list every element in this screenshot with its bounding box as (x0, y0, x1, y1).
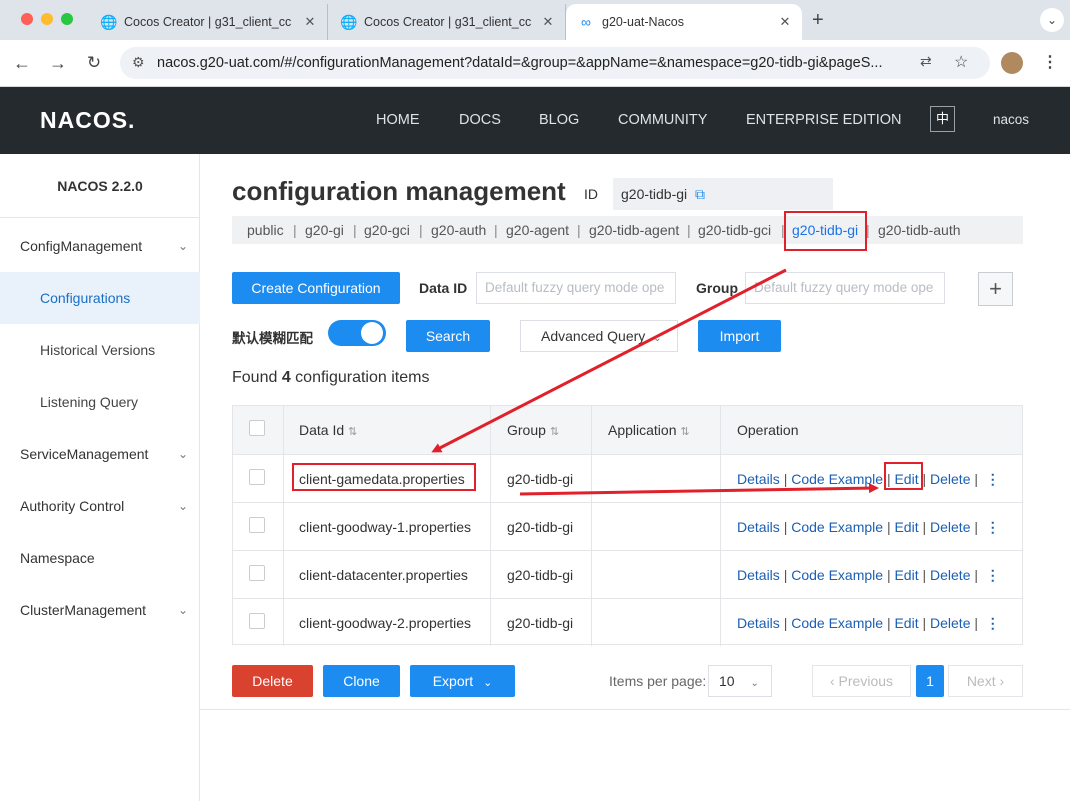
annotation-arrows (431, 268, 879, 496)
annotation-arrow-to-edit (519, 483, 879, 496)
annotation-arrow-to-data-id (431, 268, 787, 453)
